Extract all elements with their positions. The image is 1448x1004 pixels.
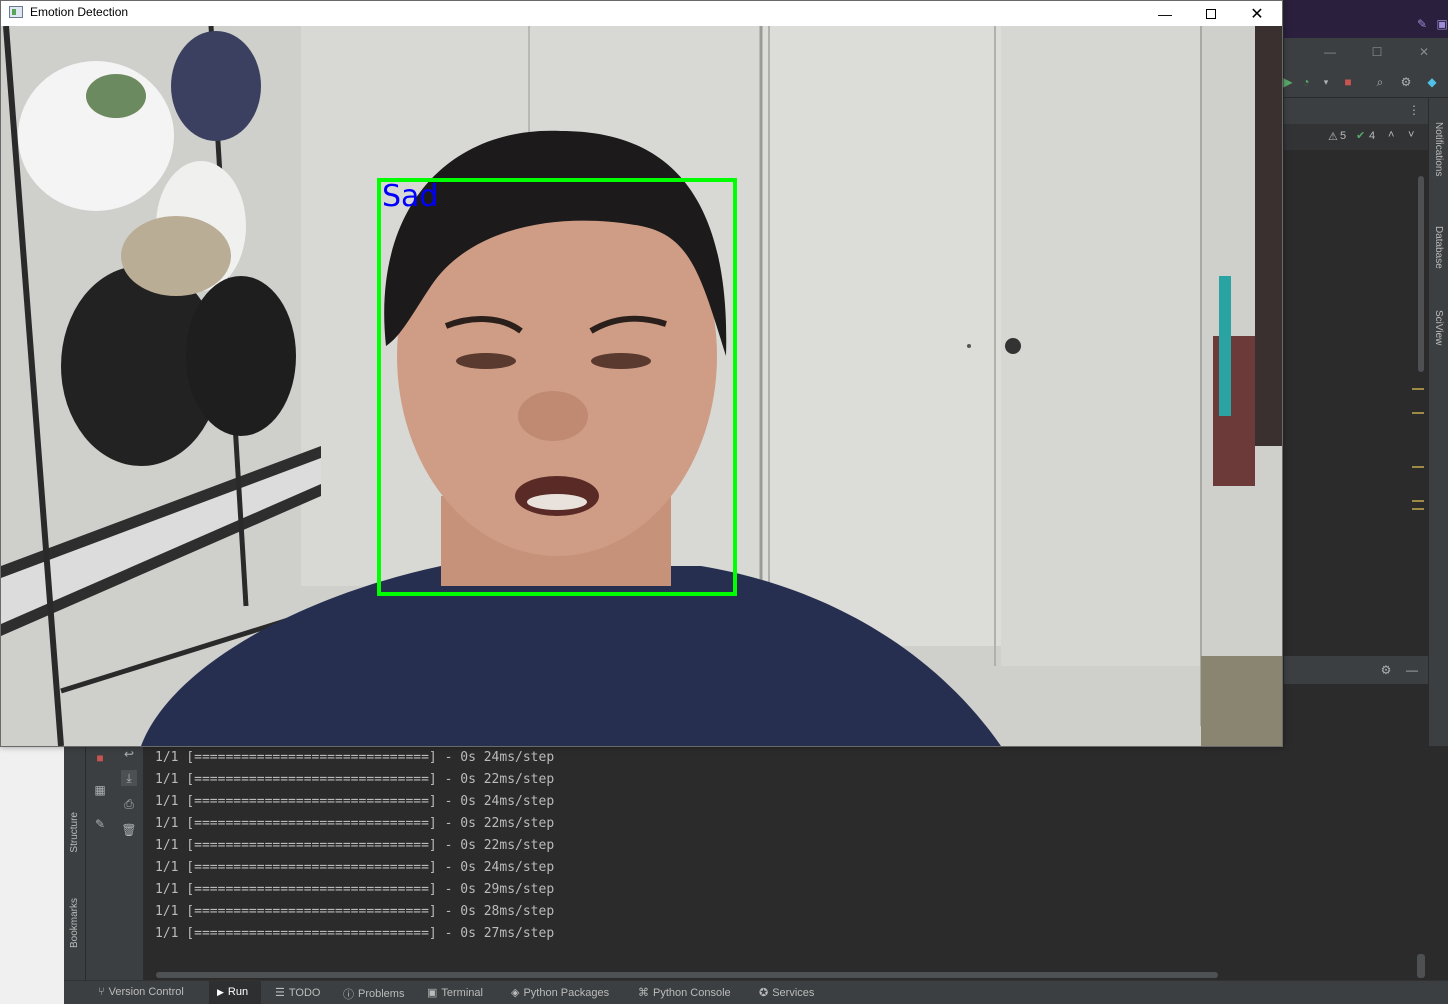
tab-terminal[interactable]: ▣ Terminal bbox=[427, 986, 483, 1000]
soft-wrap-icon[interactable]: ↩ bbox=[121, 746, 137, 762]
editor-scrollbar[interactable] bbox=[1418, 176, 1424, 372]
close-icon[interactable]: ✕ bbox=[1416, 44, 1432, 60]
warning-icon: ⚠ bbox=[1328, 131, 1338, 143]
search-icon[interactable]: ⌕ bbox=[1372, 74, 1388, 90]
notifications-tab[interactable]: Notifications bbox=[1433, 122, 1444, 176]
tab-label: Services bbox=[772, 986, 815, 999]
close-icon: ✕ bbox=[1250, 5, 1264, 23]
app-icon bbox=[9, 6, 23, 18]
inspection-widget[interactable]: ⚠ 5 ✔ 4 ˄ ˅ bbox=[1284, 124, 1428, 150]
structure-tab[interactable]: Structure bbox=[69, 812, 80, 853]
database-tab[interactable]: Database bbox=[1433, 226, 1444, 269]
maximize-button[interactable] bbox=[1188, 1, 1234, 26]
sciview-tab[interactable]: SciView bbox=[1433, 310, 1444, 345]
run-toolbar-secondary: ↩ ⤓ ⎙ 🗑 bbox=[114, 746, 144, 980]
tool-window-bar: ⑂ Version Control ▶ Run ☰ TODO ⓘ Problems ▣ T… bbox=[64, 980, 1448, 1004]
tab-run[interactable]: ▶ Run bbox=[217, 986, 248, 998]
code-editor[interactable] bbox=[1284, 150, 1428, 634]
editor-tabs: ⋮ bbox=[1284, 98, 1428, 124]
branch-icon: ⑂ bbox=[98, 986, 105, 998]
error-stripe-mark bbox=[1412, 466, 1424, 468]
more-icon[interactable]: ⋮ bbox=[1406, 102, 1422, 118]
console-line: 1/1 [==============================] - 0… bbox=[155, 750, 555, 765]
minimize-icon: — bbox=[1158, 5, 1172, 22]
window-titlebar[interactable]: Emotion Detection — ✕ bbox=[1, 1, 1282, 26]
left-tool-strip: Structure Bookmarks bbox=[64, 746, 86, 980]
gear-icon[interactable]: ⚙ bbox=[1398, 74, 1414, 90]
tab-problems[interactable]: ⓘ Problems bbox=[343, 986, 404, 1002]
tab-label: Terminal bbox=[441, 986, 483, 999]
window-icon[interactable]: ▣ bbox=[1434, 16, 1448, 32]
tab-services[interactable]: ✪ Services bbox=[759, 986, 815, 1000]
terminal-icon: ▣ bbox=[427, 987, 438, 999]
check-icon: ✔ bbox=[1356, 130, 1366, 142]
run-panel-header: ⚙ — bbox=[1284, 656, 1428, 684]
services-icon: ✪ bbox=[759, 987, 769, 999]
print-icon[interactable]: ⎙ bbox=[121, 796, 137, 812]
chevron-down-icon[interactable]: ˅ bbox=[1408, 129, 1414, 141]
hide-icon[interactable]: — bbox=[1404, 662, 1420, 678]
edit-icon[interactable]: ✎ bbox=[1414, 16, 1430, 32]
ide-toolbar: ▶ ◔ ▾ ■ ⌕ ⚙ ◆ bbox=[1283, 66, 1448, 98]
warning-count: 5 bbox=[1340, 130, 1347, 142]
error-stripe-mark bbox=[1412, 412, 1424, 414]
profile-icon[interactable]: ◔ bbox=[1298, 74, 1314, 90]
ok-count: 4 bbox=[1369, 130, 1376, 142]
window-title: Emotion Detection bbox=[30, 5, 129, 19]
console-line: 1/1 [==============================] - 0… bbox=[155, 772, 555, 787]
tab-label: Problems bbox=[358, 988, 405, 1000]
desktop: ✎ ▣ — ☐ ✕ ▶ ◔ ▾ ■ ⌕ ⚙ ◆ ⋮ ⚠ 5 ✔ 4 ˄ ˅ ⚙ … bbox=[0, 0, 1448, 1004]
pin-icon[interactable]: ✎ bbox=[92, 816, 108, 832]
tab-python-console[interactable]: ⌘ Python Console bbox=[638, 986, 731, 1000]
bookmarks-tab[interactable]: Bookmarks bbox=[69, 898, 80, 948]
run-console[interactable]: 1/1 [==============================] - 0… bbox=[144, 746, 1448, 980]
scroll-to-end-icon[interactable]: ⤓ bbox=[121, 770, 137, 786]
chevron-up-icon[interactable]: ˄ bbox=[1388, 129, 1394, 141]
stop-icon[interactable]: ■ bbox=[92, 750, 108, 766]
ide-titlebar: — ☐ ✕ bbox=[1284, 38, 1448, 66]
chevron-down-icon[interactable]: ▾ bbox=[1318, 74, 1334, 90]
layers-icon: ◈ bbox=[511, 987, 520, 999]
list-icon: ☰ bbox=[275, 987, 285, 999]
plugin-icon[interactable]: ◆ bbox=[1424, 74, 1440, 90]
console-line: 1/1 [==============================] - 0… bbox=[155, 838, 555, 853]
tab-todo[interactable]: ☰ TODO bbox=[275, 986, 321, 1000]
stop-icon[interactable]: ■ bbox=[1340, 74, 1356, 90]
maximize-icon[interactable]: ☐ bbox=[1369, 44, 1385, 60]
close-button[interactable]: ✕ bbox=[1234, 1, 1280, 26]
tab-label: Version Control bbox=[108, 986, 184, 998]
webcam-frame: Sad bbox=[1, 26, 1282, 746]
minimize-button[interactable]: — bbox=[1142, 1, 1188, 26]
tab-version-control[interactable]: ⑂ Version Control bbox=[98, 986, 184, 998]
error-stripe-mark bbox=[1412, 500, 1424, 502]
run-toolbar-primary: ■ ▦ ✎ bbox=[86, 746, 114, 980]
layout-icon[interactable]: ▦ bbox=[92, 782, 108, 798]
emotion-detection-window: Emotion Detection — ✕ Sad bbox=[0, 0, 1283, 747]
run-icon: ▶ bbox=[217, 986, 224, 997]
console-line: 1/1 [==============================] - 0… bbox=[155, 816, 555, 831]
gear-icon[interactable]: ⚙ bbox=[1378, 662, 1394, 678]
trash-icon[interactable]: 🗑 bbox=[121, 822, 137, 838]
maximize-icon bbox=[1206, 8, 1216, 19]
tab-label: TODO bbox=[288, 986, 321, 999]
console-hscrollbar[interactable] bbox=[156, 972, 1218, 978]
tab-label: Python Console bbox=[653, 986, 731, 999]
console-vscrollbar[interactable] bbox=[1417, 954, 1425, 978]
console-line: 1/1 [==============================] - 0… bbox=[155, 926, 555, 941]
tab-label: Run bbox=[227, 986, 249, 998]
python-icon: ⌘ bbox=[638, 987, 649, 999]
error-stripe-mark bbox=[1412, 388, 1424, 390]
emotion-label: Sad bbox=[382, 179, 439, 214]
console-line: 1/1 [==============================] - 0… bbox=[155, 904, 555, 919]
taskbar-strip: ✎ ▣ bbox=[1284, 0, 1448, 38]
minimize-icon[interactable]: — bbox=[1322, 44, 1338, 60]
tab-label: Python Packages bbox=[523, 986, 610, 999]
console-line: 1/1 [==============================] - 0… bbox=[155, 882, 555, 897]
error-stripe-mark bbox=[1412, 508, 1424, 510]
face-detection-box bbox=[377, 178, 737, 596]
console-line: 1/1 [==============================] - 0… bbox=[155, 794, 555, 809]
info-icon: ⓘ bbox=[343, 989, 354, 1001]
tab-python-packages[interactable]: ◈ Python Packages bbox=[511, 986, 610, 1000]
console-line: 1/1 [==============================] - 0… bbox=[155, 860, 555, 875]
